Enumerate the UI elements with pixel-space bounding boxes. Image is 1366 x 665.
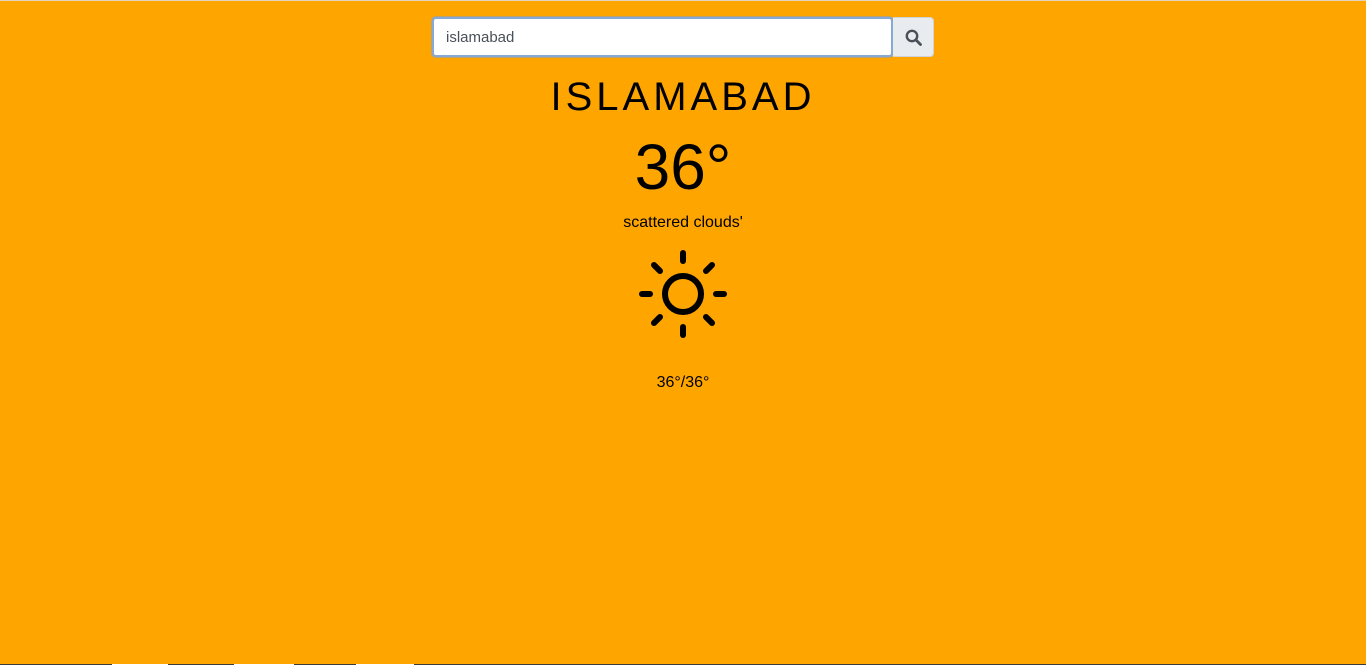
current-temperature: 36° — [634, 131, 732, 203]
weather-description: scattered clouds' — [623, 214, 743, 231]
weather-page: ISLAMABAD 36° scattered clouds' 36°/36° — [0, 0, 1366, 665]
search-bar — [432, 17, 934, 57]
city-name: ISLAMABAD — [550, 75, 816, 119]
min-max-temperature: 36°/36° — [656, 374, 710, 391]
sun-icon — [639, 250, 727, 338]
search-input[interactable] — [432, 17, 893, 57]
search-icon — [905, 29, 922, 46]
search-button[interactable] — [893, 17, 934, 57]
